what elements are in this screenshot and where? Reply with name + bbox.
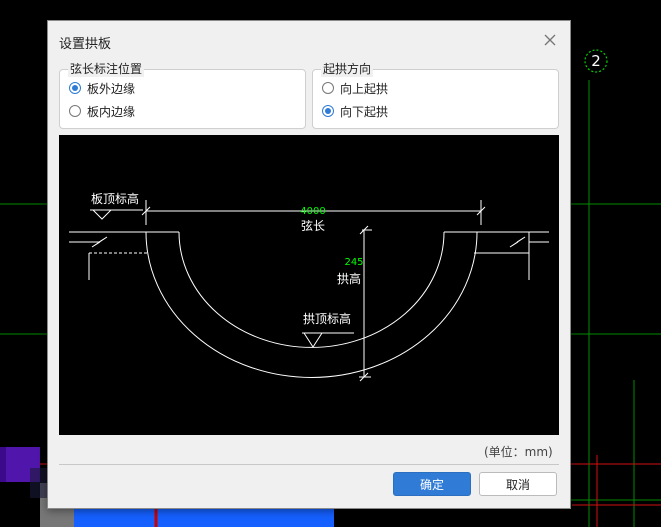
radio-outer-edge[interactable]: 板外边缘 bbox=[69, 79, 135, 97]
radio-button[interactable] bbox=[322, 105, 334, 117]
radio-button[interactable] bbox=[69, 105, 81, 117]
svg-text:板顶标高: 板顶标高 bbox=[91, 191, 139, 206]
radio-arch-up[interactable]: 向上起拱 bbox=[322, 79, 388, 97]
svg-text:弦长: 弦长 bbox=[301, 218, 325, 233]
svg-text:拱高: 拱高 bbox=[337, 271, 361, 286]
radio-label: 板内边缘 bbox=[87, 104, 136, 119]
svg-text:245: 245 bbox=[344, 257, 363, 268]
radio-label: 向上起拱 bbox=[340, 81, 389, 96]
divider bbox=[59, 464, 559, 465]
svg-text:2: 2 bbox=[591, 52, 601, 70]
svg-text:4000: 4000 bbox=[300, 206, 325, 217]
arch-direction-label: 起拱方向 bbox=[321, 61, 374, 77]
radio-button[interactable] bbox=[69, 82, 81, 94]
chord-position-label: 弦长标注位置 bbox=[68, 61, 145, 77]
close-icon bbox=[544, 34, 556, 46]
arch-preview-diagram: 4000 弦长 245 拱高 板顶标高 拱顶标高 bbox=[59, 135, 559, 435]
ok-button[interactable]: 确定 bbox=[393, 472, 471, 496]
svg-text:拱顶标高: 拱顶标高 bbox=[303, 311, 351, 326]
cancel-button[interactable]: 取消 bbox=[479, 472, 557, 496]
set-arch-slab-dialog: 设置拱板 弦长标注位置 板外边缘 板内边缘 起拱方向 向上起拱 向下起拱 400… bbox=[47, 20, 571, 509]
radio-inner-edge[interactable]: 板内边缘 bbox=[69, 102, 135, 120]
radio-label: 板外边缘 bbox=[87, 81, 136, 96]
arch-direction-group: 起拱方向 向上起拱 向下起拱 bbox=[312, 61, 559, 129]
radio-button[interactable] bbox=[322, 82, 334, 94]
close-button[interactable] bbox=[540, 30, 560, 50]
radio-label: 向下起拱 bbox=[340, 104, 389, 119]
dialog-title: 设置拱板 bbox=[59, 37, 112, 52]
radio-arch-down[interactable]: 向下起拱 bbox=[322, 102, 388, 120]
chord-position-group: 弦长标注位置 板外边缘 板内边缘 bbox=[59, 61, 306, 129]
unit-label: (单位：mm) bbox=[484, 445, 553, 459]
